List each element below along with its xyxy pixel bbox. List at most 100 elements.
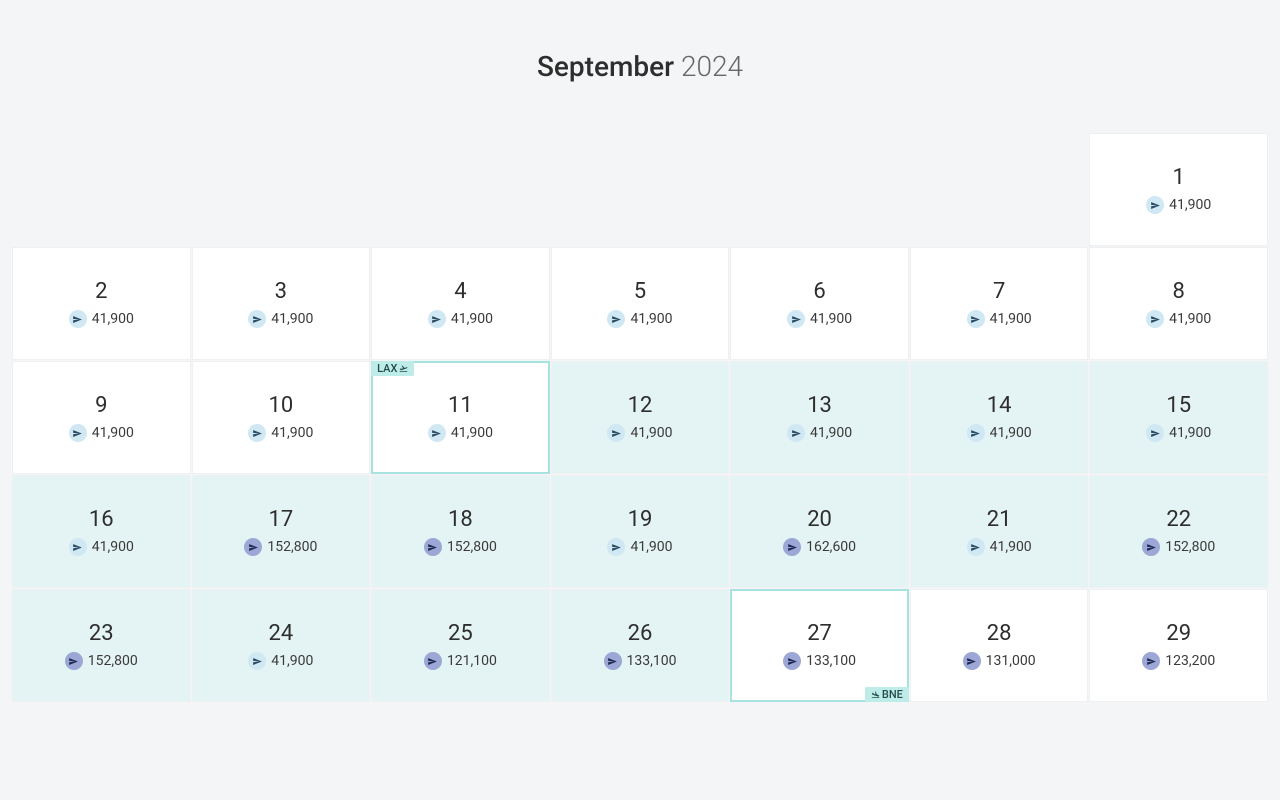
- calendar-day-cell[interactable]: 26133,100: [551, 589, 730, 702]
- price-row: 133,100: [783, 652, 856, 670]
- price-value: 41,900: [630, 539, 672, 555]
- price-value: 133,100: [806, 653, 856, 669]
- plane-icon: [248, 652, 266, 670]
- price-row: 41,900: [248, 424, 313, 442]
- calendar-grid: 141,900241,900341,900441,900541,900641,9…: [12, 133, 1268, 702]
- price-row: 41,900: [428, 424, 493, 442]
- day-number: 9: [95, 393, 107, 418]
- plane-icon: [248, 310, 266, 328]
- price-row: 152,800: [424, 538, 497, 556]
- calendar-day-cell[interactable]: 641,900: [730, 247, 909, 360]
- price-row: 41,900: [967, 424, 1032, 442]
- calendar-day-cell[interactable]: 28131,000: [910, 589, 1089, 702]
- plane-icon: [967, 424, 985, 442]
- price-row: 131,000: [963, 652, 1036, 670]
- calendar-day-cell[interactable]: 12 41,900: [551, 361, 730, 474]
- price-value: 41,900: [990, 539, 1032, 555]
- price-row: 41,900: [967, 310, 1032, 328]
- plane-icon: [65, 652, 83, 670]
- calendar-year: 2024: [681, 50, 743, 83]
- calendar-day-cell[interactable]: 24 41,900: [192, 589, 371, 702]
- price-row: 41,900: [1146, 196, 1211, 214]
- price-row: 121,100: [424, 652, 497, 670]
- calendar-day-cell[interactable]: 21 41,900: [910, 475, 1089, 588]
- plane-icon: [69, 310, 87, 328]
- price-row: 152,800: [244, 538, 317, 556]
- calendar-day-cell[interactable]: 27133,100BNE: [730, 589, 909, 702]
- calendar-day-cell[interactable]: 541,900: [551, 247, 730, 360]
- price-value: 41,900: [271, 653, 313, 669]
- price-row: 41,900: [1146, 424, 1211, 442]
- price-value: 152,800: [88, 653, 138, 669]
- calendar-day-cell[interactable]: 1041,900: [192, 361, 371, 474]
- calendar-title: September 2024: [12, 50, 1268, 83]
- day-number: 26: [628, 621, 653, 646]
- calendar-day-cell[interactable]: 941,900: [12, 361, 191, 474]
- price-row: 41,900: [787, 424, 852, 442]
- price-value: 41,900: [1169, 425, 1211, 441]
- day-number: 19: [628, 507, 653, 532]
- plane-icon: [963, 652, 981, 670]
- day-number: 6: [813, 279, 825, 304]
- day-number: 12: [628, 393, 653, 418]
- price-value: 152,800: [1165, 539, 1215, 555]
- calendar-day-cell[interactable]: 441,900: [371, 247, 550, 360]
- calendar-day-cell[interactable]: 1541,900: [1089, 361, 1268, 474]
- plane-icon: [428, 424, 446, 442]
- calendar-day-cell[interactable]: 1441,900: [910, 361, 1089, 474]
- plane-icon: [69, 538, 87, 556]
- price-value: 41,900: [990, 311, 1032, 327]
- price-value: 41,900: [92, 311, 134, 327]
- price-value: 41,900: [1169, 197, 1211, 213]
- plane-icon: [424, 538, 442, 556]
- calendar-day-cell[interactable]: 29 123,200: [1089, 589, 1268, 702]
- price-value: 41,900: [630, 311, 672, 327]
- price-value: 41,900: [630, 425, 672, 441]
- plane-icon: [607, 310, 625, 328]
- calendar-day-cell[interactable]: 13 41,900: [730, 361, 909, 474]
- calendar-day-cell[interactable]: 25 121,100: [371, 589, 550, 702]
- calendar-day-cell[interactable]: 841,900: [1089, 247, 1268, 360]
- price-value: 123,200: [1165, 653, 1215, 669]
- calendar-day-cell[interactable]: 1641,900: [12, 475, 191, 588]
- calendar-day-cell[interactable]: 241,900: [12, 247, 191, 360]
- arrival-code: BNE: [882, 688, 903, 701]
- plane-icon: [607, 538, 625, 556]
- arrival-tag: BNE: [865, 687, 909, 702]
- day-number: 21: [987, 507, 1012, 532]
- calendar-day-cell[interactable]: 19 41,900: [551, 475, 730, 588]
- price-value: 41,900: [271, 425, 313, 441]
- plane-icon: [967, 310, 985, 328]
- plane-icon: [69, 424, 87, 442]
- day-number: 24: [268, 621, 293, 646]
- price-row: 41,900: [248, 310, 313, 328]
- price-row: 123,200: [1142, 652, 1215, 670]
- day-number: 17: [268, 507, 293, 532]
- price-value: 41,900: [451, 425, 493, 441]
- plane-icon: [428, 310, 446, 328]
- calendar-day-cell[interactable]: 20162,600: [730, 475, 909, 588]
- plane-icon: [607, 424, 625, 442]
- calendar-day-cell[interactable]: 17 152,800: [192, 475, 371, 588]
- price-value: 41,900: [271, 311, 313, 327]
- price-value: 41,900: [810, 425, 852, 441]
- calendar-day-cell[interactable]: 23152,800: [12, 589, 191, 702]
- calendar-day-cell[interactable]: 341,900: [192, 247, 371, 360]
- calendar-cell-empty: [551, 133, 730, 246]
- day-number: 8: [1173, 279, 1185, 304]
- day-number: 13: [807, 393, 832, 418]
- price-value: 41,900: [451, 311, 493, 327]
- calendar-day-cell[interactable]: 1141,900LAX: [371, 361, 550, 474]
- calendar-day-cell[interactable]: 22 152,800: [1089, 475, 1268, 588]
- day-number: 29: [1166, 621, 1191, 646]
- calendar-day-cell[interactable]: 141,900: [1089, 133, 1268, 246]
- price-row: 41,900: [428, 310, 493, 328]
- day-number: 22: [1166, 507, 1191, 532]
- day-number: 25: [448, 621, 473, 646]
- plane-icon: [783, 652, 801, 670]
- calendar-day-cell[interactable]: 18152,800: [371, 475, 550, 588]
- calendar-day-cell[interactable]: 741,900: [910, 247, 1089, 360]
- plane-icon: [1142, 652, 1160, 670]
- plane-icon: [967, 538, 985, 556]
- plane-icon: [787, 310, 805, 328]
